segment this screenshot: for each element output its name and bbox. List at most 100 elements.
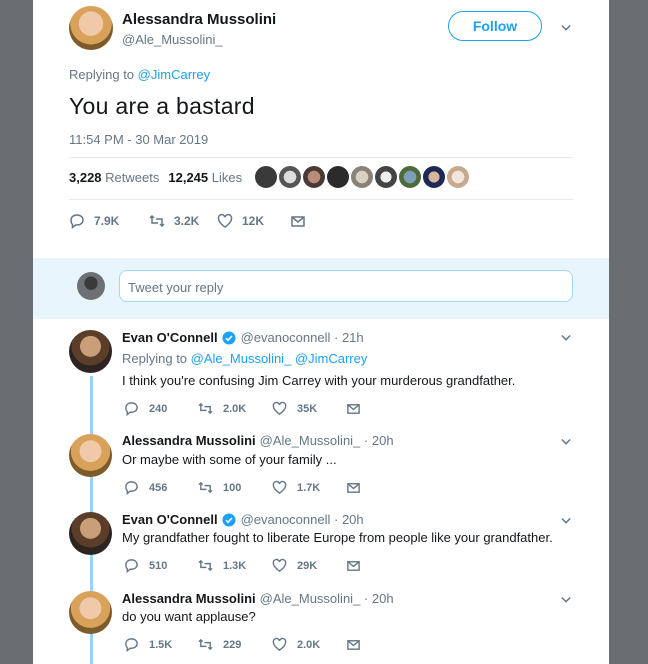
reply-author-handle[interactable]: @Ale_Mussolini_ xyxy=(260,433,361,448)
tweet-timestamp[interactable]: 11:54 PM - 30 Mar 2019 xyxy=(69,132,208,147)
reply-text: I think you're confusing Jim Carrey with… xyxy=(122,373,516,388)
reply-count: 240 xyxy=(149,402,168,415)
reply-action[interactable]: 7.9K xyxy=(69,213,149,229)
reply-author-handle[interactable]: @evanoconnell xyxy=(241,512,331,527)
envelope-icon xyxy=(291,216,305,227)
message-action[interactable] xyxy=(290,213,315,229)
follow-button[interactable]: Follow xyxy=(448,11,542,41)
liker-avatar[interactable] xyxy=(255,166,277,188)
reply-author-handle[interactable]: @evanoconnell xyxy=(241,330,331,345)
retweet-icon xyxy=(198,402,213,415)
reply-avatar[interactable] xyxy=(69,512,112,555)
reply-time[interactable]: · 20h xyxy=(364,433,394,448)
reply-actions: 240 2.0K 35K xyxy=(124,401,371,416)
like-count: 35K xyxy=(297,402,318,415)
liker-avatar[interactable] xyxy=(399,166,421,188)
chevron-down-icon[interactable] xyxy=(561,333,571,343)
liker-avatar[interactable] xyxy=(375,166,397,188)
reply-action[interactable]: 240 xyxy=(124,401,198,416)
reply-author-name[interactable]: Evan O'Connell xyxy=(122,512,218,527)
author-name[interactable]: Alessandra Mussolini xyxy=(122,11,276,28)
reply-action[interactable]: 510 xyxy=(124,558,198,573)
reply-count: 1.5K xyxy=(149,638,173,651)
reply-input[interactable]: Tweet your reply xyxy=(119,270,573,302)
reply-icon xyxy=(125,559,138,573)
tweet-text: You are a bastard xyxy=(69,93,255,119)
reply-header: Evan O'Connell @evanoconnell · 20h xyxy=(122,512,364,527)
envelope-icon xyxy=(347,561,360,571)
reply-avatar[interactable] xyxy=(69,434,112,477)
heart-icon xyxy=(272,558,287,572)
reply-actions: 510 1.3K 29K xyxy=(124,558,371,573)
author-handle[interactable]: @Ale_Mussolini_ xyxy=(122,32,223,47)
liker-avatar[interactable] xyxy=(423,166,445,188)
heart-icon xyxy=(217,213,233,228)
reply-action[interactable]: 1.5K xyxy=(124,637,198,652)
like-action[interactable]: 29K xyxy=(272,558,346,573)
reply-actions: 456 100 1.7K xyxy=(124,480,371,495)
reply-icon xyxy=(125,638,138,652)
retweets-stat[interactable]: 3,228 Retweets xyxy=(69,170,159,185)
replying-to: Replying to @Ale_Mussolini_ @JimCarrey xyxy=(122,351,367,366)
retweet-icon xyxy=(149,214,165,228)
reply-actions: 1.5K 229 2.0K xyxy=(124,637,371,652)
retweet-icon xyxy=(198,481,213,494)
replying-prefix: Replying to xyxy=(69,67,135,82)
liker-avatar[interactable] xyxy=(303,166,325,188)
reply-time[interactable]: · 20h xyxy=(364,591,394,606)
message-action[interactable] xyxy=(346,480,371,495)
retweet-action[interactable]: 2.0K xyxy=(198,401,272,416)
reply-text: Or maybe with some of your family ... xyxy=(122,452,337,467)
chevron-down-icon[interactable] xyxy=(561,516,571,526)
liker-avatar[interactable] xyxy=(351,166,373,188)
verified-icon xyxy=(222,331,236,344)
heart-icon xyxy=(272,480,287,494)
liker-avatar[interactable] xyxy=(447,166,469,188)
reply-avatar[interactable] xyxy=(69,330,112,373)
liker-avatar[interactable] xyxy=(279,166,301,188)
chevron-down-icon[interactable] xyxy=(561,595,571,605)
reply-author-name[interactable]: Alessandra Mussolini xyxy=(122,433,256,448)
retweet-count: 229 xyxy=(223,638,242,651)
replying-prefix: Replying to xyxy=(122,351,188,366)
mention-link[interactable]: @Ale_Mussolini_ @JimCarrey xyxy=(191,351,368,366)
reply-composer: Tweet your reply xyxy=(33,258,609,319)
like-action[interactable]: 1.7K xyxy=(272,480,346,495)
tweet-actions: 7.9K 3.2K 12K xyxy=(69,213,315,229)
reply-time[interactable]: · 21h xyxy=(334,330,364,345)
retweet-count: 1.3K xyxy=(223,559,247,572)
reply-time[interactable]: · 20h xyxy=(334,512,364,527)
like-count: 1.7K xyxy=(297,481,321,494)
replying-to: Replying to @JimCarrey xyxy=(69,67,210,82)
like-action[interactable]: 12K xyxy=(217,213,290,229)
like-action[interactable]: 2.0K xyxy=(272,637,346,652)
message-action[interactable] xyxy=(346,401,371,416)
reply-author-name[interactable]: Evan O'Connell xyxy=(122,330,218,345)
retweet-icon xyxy=(198,638,213,651)
message-action[interactable] xyxy=(346,637,371,652)
retweet-icon xyxy=(198,559,213,572)
reply-author-handle[interactable]: @Ale_Mussolini_ xyxy=(260,591,361,606)
message-action[interactable] xyxy=(346,558,371,573)
retweet-action[interactable]: 1.3K xyxy=(198,558,272,573)
reply-author-name[interactable]: Alessandra Mussolini xyxy=(122,591,256,606)
retweet-count: 100 xyxy=(223,481,242,494)
divider xyxy=(69,199,573,200)
like-action[interactable]: 35K xyxy=(272,401,346,416)
envelope-icon xyxy=(347,483,360,493)
liker-avatar[interactable] xyxy=(327,166,349,188)
reply-header: Evan O'Connell @evanoconnell · 21h xyxy=(122,330,364,345)
retweet-action[interactable]: 3.2K xyxy=(149,213,217,229)
mention-link[interactable]: @JimCarrey xyxy=(138,67,210,82)
author-avatar[interactable] xyxy=(69,6,113,50)
reply-avatar[interactable] xyxy=(69,591,112,634)
chevron-down-icon[interactable] xyxy=(561,23,571,33)
retweet-action[interactable]: 229 xyxy=(198,637,272,652)
reply-header: Alessandra Mussolini @Ale_Mussolini_ · 2… xyxy=(122,591,394,606)
retweet-action[interactable]: 100 xyxy=(198,480,272,495)
likes-stat[interactable]: 12,245 Likes xyxy=(168,170,242,185)
user-avatar[interactable] xyxy=(77,272,105,300)
chevron-down-icon[interactable] xyxy=(561,437,571,447)
reply-action[interactable]: 456 xyxy=(124,480,198,495)
retweet-count: 2.0K xyxy=(223,402,247,415)
